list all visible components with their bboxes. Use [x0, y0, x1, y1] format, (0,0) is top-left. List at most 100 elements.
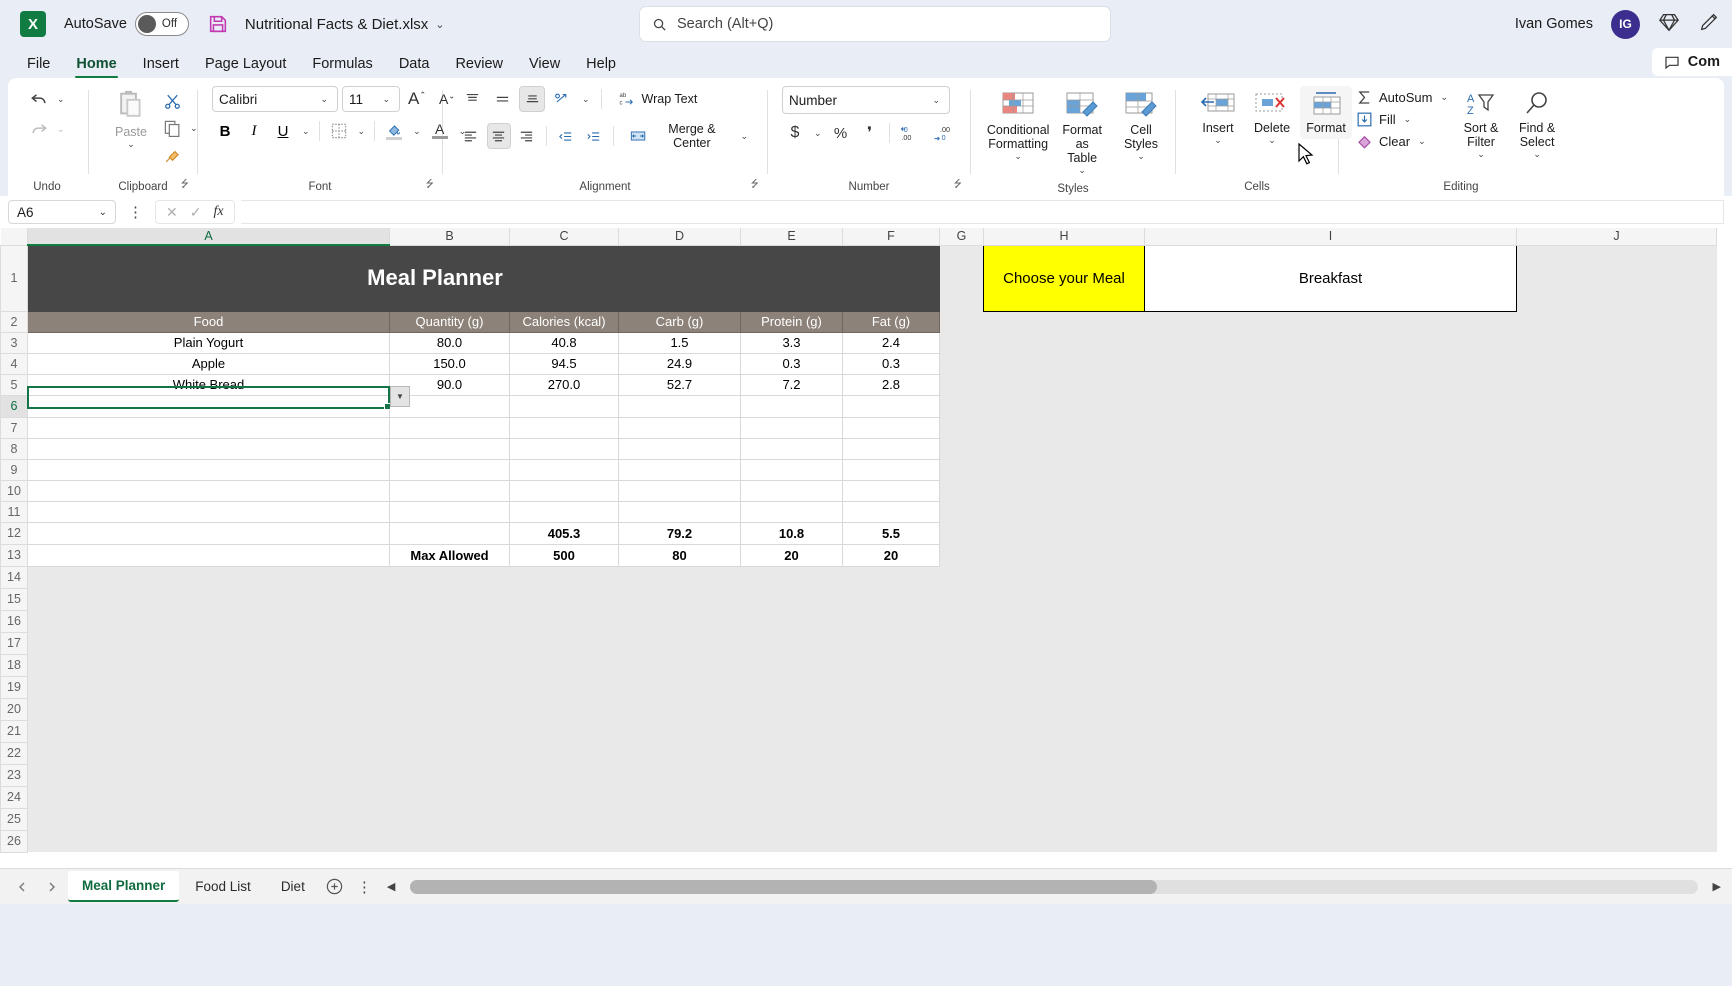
cell-j11[interactable] — [1516, 501, 1717, 522]
column-header-c[interactable]: C — [509, 228, 619, 246]
align-top-button[interactable] — [459, 86, 485, 112]
row-header-22[interactable]: 22 — [0, 741, 28, 765]
cell-i13[interactable] — [1144, 544, 1517, 566]
cell-i11[interactable] — [1144, 501, 1517, 522]
alignment-dialog-launcher[interactable]: ⭍ — [751, 177, 759, 194]
column-header-a[interactable]: A — [27, 228, 390, 246]
row-header-1[interactable]: 1 — [0, 244, 28, 312]
diamond-icon[interactable] — [1658, 11, 1680, 38]
cell-fat-7[interactable] — [842, 416, 940, 439]
sheet-tab-diet[interactable]: Diet — [267, 872, 319, 901]
cell-food-10[interactable] — [27, 479, 390, 502]
choose-meal-label-cell[interactable]: Choose your Meal — [983, 244, 1145, 312]
cell-food-12[interactable] — [27, 521, 390, 545]
row-header-11[interactable]: 11 — [0, 500, 28, 523]
cell-food-11[interactable] — [27, 500, 390, 523]
italic-button[interactable]: I — [241, 118, 267, 144]
empty-row-16[interactable] — [27, 610, 1717, 632]
scroll-right-arrow-icon[interactable]: ▶ — [1710, 880, 1724, 893]
row-header-17[interactable]: 17 — [0, 631, 28, 655]
formula-bar-more-icon[interactable]: ⋮ — [122, 203, 149, 221]
cell-calories-5[interactable]: 270.0 — [509, 373, 619, 396]
cell-max-allowed-protein[interactable]: 20 — [740, 543, 843, 567]
cell-fat-3[interactable]: 2.4 — [842, 331, 940, 354]
cell-protein-4[interactable]: 0.3 — [740, 352, 843, 375]
cell-fat-4[interactable]: 0.3 — [842, 352, 940, 375]
ribbon-tab-formulas[interactable]: Formulas — [299, 54, 385, 78]
cell-protein-6[interactable] — [740, 394, 843, 418]
cell-carb-8[interactable] — [618, 437, 741, 460]
cell-i4[interactable] — [1144, 353, 1517, 374]
row-header-26[interactable]: 26 — [0, 829, 28, 853]
row-header-16[interactable]: 16 — [0, 609, 28, 633]
cell-quantity-4[interactable]: 150.0 — [389, 352, 510, 375]
cell-totals-carb[interactable]: 79.2 — [618, 521, 741, 545]
cell-j1[interactable] — [1516, 245, 1717, 311]
ribbon-tab-insert[interactable]: Insert — [130, 54, 192, 78]
cell-protein-7[interactable] — [740, 416, 843, 439]
chevron-down-icon[interactable]: ⌄ — [435, 18, 444, 31]
cell-quantity-3[interactable]: 80.0 — [389, 331, 510, 354]
row-header-7[interactable]: 7 — [0, 416, 28, 439]
orientation-button[interactable] — [549, 86, 575, 112]
cell-j3[interactable] — [1516, 332, 1717, 353]
cell-calories-4[interactable]: 94.5 — [509, 352, 619, 375]
row-header-23[interactable]: 23 — [0, 763, 28, 787]
sheet-nav-left-button[interactable] — [8, 873, 36, 901]
cell-calories-7[interactable] — [509, 416, 619, 439]
save-icon[interactable] — [207, 13, 229, 35]
row-header-15[interactable]: 15 — [0, 587, 28, 611]
currency-format-button[interactable]: $ — [782, 120, 808, 146]
column-header-h[interactable]: H — [983, 228, 1145, 246]
paste-button[interactable]: Paste ⌄ — [105, 86, 157, 154]
insert-cells-button[interactable]: Insert ⌄ — [1192, 86, 1244, 150]
undo-dropdown-chevron-icon[interactable]: ⌄ — [54, 94, 68, 105]
format-as-table-button[interactable]: Format as Table ⌄ — [1053, 86, 1111, 180]
meal-planner-title-cell-f[interactable] — [842, 244, 940, 312]
clear-chevron-down-icon[interactable]: ⌄ — [1415, 136, 1429, 147]
merge-center-button[interactable]: Merge & Center ⌄ — [622, 118, 759, 154]
cell-fat-5[interactable]: 2.8 — [842, 373, 940, 396]
cell-j7[interactable] — [1516, 417, 1717, 438]
row-header-10[interactable]: 10 — [0, 479, 28, 502]
header-cell-protein[interactable]: Protein (g) — [740, 310, 843, 333]
cell-protein-11[interactable] — [740, 500, 843, 523]
underline-chevron-down-icon[interactable]: ⌄ — [299, 126, 313, 137]
align-right-button[interactable] — [515, 123, 539, 149]
cell-i5[interactable] — [1144, 374, 1517, 395]
sheet-options-icon[interactable]: ⋮ — [351, 878, 378, 896]
cell-j9[interactable] — [1516, 459, 1717, 480]
cell-j8[interactable] — [1516, 438, 1717, 459]
align-bottom-button[interactable] — [519, 86, 545, 112]
header-cell-fat[interactable]: Fat (g) — [842, 310, 940, 333]
column-header-b[interactable]: B — [389, 228, 510, 246]
find-select-button[interactable]: Find & Select ⌄ — [1511, 86, 1563, 164]
cell-g11[interactable] — [939, 501, 984, 522]
add-sheet-button[interactable] — [321, 873, 349, 901]
copy-dropdown-chevron-icon[interactable]: ⌄ — [187, 123, 201, 134]
cell-h12[interactable] — [983, 522, 1145, 544]
cell-quantity-7[interactable] — [389, 416, 510, 439]
cell-h5[interactable] — [983, 374, 1145, 395]
cell-max-allowed-calories[interactable]: 500 — [509, 543, 619, 567]
increase-decimal-button[interactable]: 0 .00 — [896, 120, 926, 146]
cell-food-8[interactable] — [27, 437, 390, 460]
empty-row-24[interactable] — [27, 786, 1717, 808]
cell-i2[interactable] — [1144, 311, 1517, 332]
cell-food-4[interactable]: Apple — [27, 352, 390, 375]
document-title[interactable]: Nutritional Facts & Diet.xlsx — [245, 16, 428, 33]
cell-fat-10[interactable] — [842, 479, 940, 502]
row-header-12[interactable]: 12 — [0, 521, 28, 545]
cell-styles-button[interactable]: Cell Styles ⌄ — [1115, 86, 1167, 166]
autosum-label[interactable]: AutoSum — [1379, 90, 1432, 105]
increase-font-size-button[interactable]: A⌃ — [404, 86, 430, 112]
cell-carb-5[interactable]: 52.7 — [618, 373, 741, 396]
spreadsheet-grid[interactable]: A B C D E F G H I J 1 Meal Planner Choos… — [0, 228, 1732, 868]
bold-button[interactable]: B — [212, 118, 238, 144]
cell-calories-9[interactable] — [509, 458, 619, 481]
name-box[interactable]: A6 ⌄ — [8, 200, 116, 224]
decrease-decimal-button[interactable]: .00 0 — [929, 120, 959, 146]
cell-h10[interactable] — [983, 480, 1145, 501]
empty-row-25[interactable] — [27, 808, 1717, 830]
empty-row-14[interactable] — [27, 566, 1717, 588]
